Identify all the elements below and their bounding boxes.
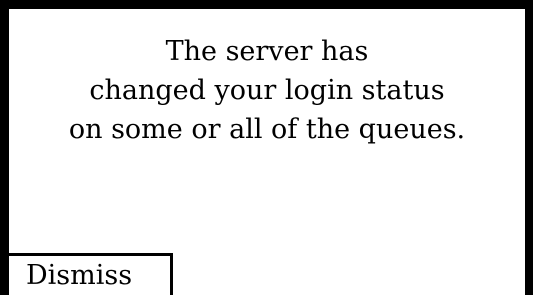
message-line-3: on some or all of the queues.	[68, 114, 466, 145]
dialog-message: The server has changed your login status…	[9, 32, 525, 149]
status-change-dialog: The server has changed your login status…	[0, 0, 533, 295]
dismiss-button[interactable]: Dismiss	[9, 253, 173, 295]
message-line-1: The server has	[165, 36, 369, 67]
message-line-2: changed your login status	[89, 75, 445, 106]
